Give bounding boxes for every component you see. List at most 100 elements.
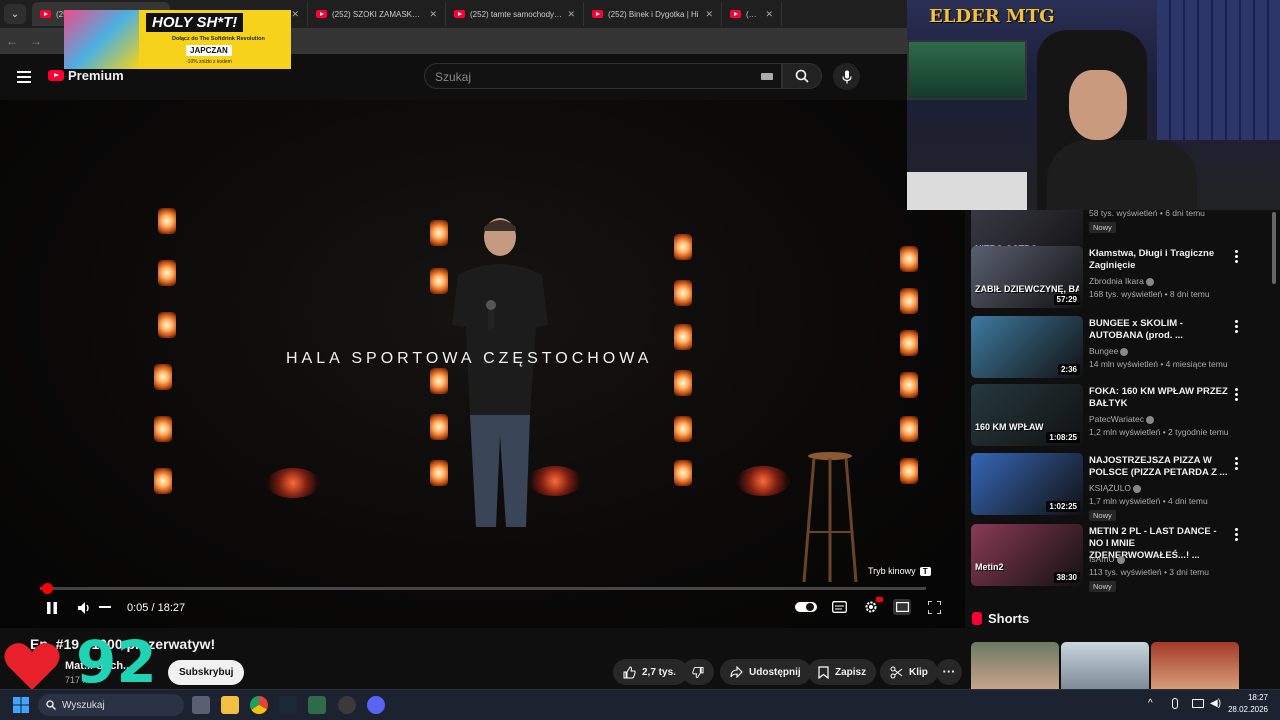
time-display: 0:05 / 18:27 bbox=[127, 602, 186, 614]
volume-button[interactable] bbox=[77, 600, 93, 616]
heart-counter: 92 bbox=[4, 632, 164, 692]
gear-icon bbox=[865, 601, 877, 613]
browser-tab[interactable]: (252) Binek i Dygotka | Hi ✕ bbox=[584, 2, 722, 26]
tab-title: (252) tamte samochody tu bbox=[470, 9, 563, 19]
search-input[interactable]: Szukaj bbox=[424, 63, 782, 89]
xbox-icon[interactable] bbox=[308, 696, 326, 714]
subtitles-button[interactable] bbox=[831, 600, 847, 614]
more-vertical-icon[interactable] bbox=[1235, 320, 1241, 335]
microphone-icon bbox=[841, 70, 852, 83]
recommended-video[interactable]: 160 KM WPŁAW 1:08:25 FOKA: 160 KM WPŁAW PR… bbox=[971, 384, 1261, 448]
tab-close-icon[interactable]: ✕ bbox=[429, 9, 437, 20]
tab-close-icon[interactable]: ✕ bbox=[705, 9, 713, 20]
more-vertical-icon[interactable] bbox=[1235, 457, 1241, 472]
windows-start-icon[interactable] bbox=[13, 697, 29, 713]
forward-icon[interactable]: → bbox=[30, 34, 42, 48]
keyboard-icon[interactable] bbox=[761, 73, 773, 80]
more-vertical-icon[interactable] bbox=[1235, 528, 1241, 543]
more-vertical-icon[interactable] bbox=[1235, 250, 1241, 265]
microphone-tray-icon[interactable] bbox=[1172, 698, 1178, 709]
fullscreen-button[interactable] bbox=[927, 600, 941, 614]
fullscreen-icon bbox=[927, 600, 941, 614]
video-thumbnail[interactable]: Metin2 38:30 bbox=[971, 524, 1083, 586]
task-view-icon[interactable] bbox=[192, 696, 210, 714]
channel-name[interactable]: Bungee bbox=[1089, 346, 1129, 356]
settings-button[interactable] bbox=[862, 597, 883, 615]
tab-close-icon[interactable]: ✕ bbox=[567, 9, 575, 20]
youtube-favicon-icon bbox=[40, 10, 51, 18]
menu-icon[interactable] bbox=[17, 71, 31, 86]
clock[interactable]: 18:27 28.02.2026 bbox=[1226, 692, 1268, 716]
volume-slider[interactable] bbox=[99, 606, 111, 608]
dislike-button[interactable] bbox=[682, 659, 714, 685]
streamer-webcam: ELDER MTG bbox=[907, 0, 1280, 210]
steam-icon[interactable] bbox=[279, 696, 297, 714]
shorts-header: Shorts bbox=[972, 611, 1029, 626]
subtitles-icon bbox=[831, 601, 847, 613]
taskbar-search[interactable]: Wyszukaj bbox=[38, 694, 184, 716]
share-button[interactable]: Udostępnij bbox=[720, 659, 811, 685]
progress-scrubber[interactable] bbox=[41, 583, 53, 594]
verified-icon bbox=[1145, 415, 1154, 424]
verified-icon bbox=[1116, 555, 1125, 564]
tab-close-icon[interactable]: ✕ bbox=[765, 9, 773, 20]
chrome-icon[interactable] bbox=[250, 696, 268, 714]
volume-tray-icon[interactable]: ◀) bbox=[1210, 698, 1221, 709]
file-explorer-icon[interactable] bbox=[221, 696, 239, 714]
recommended-video[interactable]: ZABIŁ DZIEWCZYNĘ, BAREK57:29 Kłamstwa, Dł… bbox=[971, 246, 1261, 310]
logo-text: Premium bbox=[68, 68, 124, 83]
save-button[interactable]: Zapisz bbox=[808, 659, 877, 685]
short-thumbnail[interactable] bbox=[971, 642, 1059, 690]
video-player[interactable]: HALA SPORTOWA CZĘSTOCHOWA bbox=[0, 100, 965, 628]
like-button[interactable]: 2,7 tys. bbox=[613, 659, 688, 685]
counter-value: 92 bbox=[76, 628, 157, 696]
more-vertical-icon[interactable] bbox=[1235, 388, 1241, 403]
video-thumbnail[interactable]: 160 KM WPŁAW 1:08:25 bbox=[971, 384, 1083, 446]
browser-tab[interactable]: (252) ZN ✕ bbox=[722, 2, 782, 26]
clock-time: 18:27 bbox=[1247, 693, 1268, 702]
sponsor-title: HOLY SH*T! bbox=[146, 13, 244, 32]
tray-chevron-icon[interactable]: ^ bbox=[1148, 698, 1153, 709]
short-thumbnail[interactable] bbox=[1151, 642, 1239, 690]
clip-label: Klip bbox=[909, 666, 928, 678]
browser-tab[interactable]: (252) SZOKI ZAMASKOWANE ✕ bbox=[308, 2, 446, 26]
tab-title: (252) ZN bbox=[746, 9, 760, 19]
browser-tab[interactable]: (252) tamte samochody tu ✕ bbox=[446, 2, 584, 26]
search-button[interactable] bbox=[782, 63, 822, 89]
obs-icon[interactable] bbox=[338, 696, 356, 714]
network-icon[interactable] bbox=[1192, 699, 1204, 708]
tab-search-icon[interactable]: ⌄ bbox=[4, 4, 26, 24]
voice-search-button[interactable] bbox=[833, 63, 860, 90]
back-icon[interactable]: ← bbox=[6, 34, 18, 48]
theater-mode-button[interactable] bbox=[893, 599, 911, 615]
youtube-favicon-icon bbox=[316, 10, 327, 18]
tab-title: (252) Binek i Dygotka | Hi bbox=[608, 9, 699, 19]
shorts-icon bbox=[972, 612, 982, 625]
tab-close-icon[interactable]: ✕ bbox=[291, 9, 299, 20]
more-actions-button[interactable]: ··· bbox=[936, 659, 962, 685]
youtube-logo[interactable]: Premium bbox=[48, 68, 124, 83]
channel-name[interactable]: PatecWariatec bbox=[1089, 414, 1154, 424]
video-meta: 113 tys. wyświetleń • 3 dni temu bbox=[1089, 567, 1209, 577]
like-count: 2,7 tys. bbox=[642, 666, 676, 678]
subscribe-button[interactable]: Subskrybuj bbox=[168, 660, 245, 685]
progress-bar[interactable] bbox=[40, 583, 926, 594]
video-thumbnail[interactable]: 1:02:25 bbox=[971, 453, 1083, 515]
discord-icon[interactable] bbox=[367, 696, 385, 714]
video-thumbnail[interactable]: ZABIŁ DZIEWCZYNĘ, BAREK57:29 bbox=[971, 246, 1083, 308]
sidebar-scrollbar[interactable] bbox=[1272, 212, 1276, 284]
channel-name[interactable]: Zbrodnia Ikara bbox=[1089, 276, 1154, 286]
channel-name[interactable]: KSIĄŻULO bbox=[1089, 483, 1142, 493]
video-thumbnail[interactable]: 2:36 bbox=[971, 316, 1083, 378]
autoplay-toggle[interactable] bbox=[795, 600, 817, 614]
channel-name[interactable]: IsAmU bbox=[1089, 554, 1125, 564]
recommended-video[interactable]: 2:36 BUNGEE x SKOLIM - AUTOBANA (prod. ..… bbox=[971, 316, 1261, 380]
video-duration: 1:08:25 bbox=[1046, 432, 1080, 443]
recommended-video[interactable]: Metin2 38:30 METIN 2 PL - LAST DANCE - NO … bbox=[971, 524, 1261, 592]
clip-button[interactable]: Klip bbox=[880, 659, 938, 685]
channel-name-text: Bungee bbox=[1089, 346, 1119, 356]
youtube-favicon-icon bbox=[730, 10, 741, 18]
recommended-video[interactable]: 1:02:25 NAJOSTRZEJSZA PIZZA W POLSCE (PIZ… bbox=[971, 453, 1261, 521]
short-thumbnail[interactable] bbox=[1061, 642, 1149, 690]
pause-button[interactable] bbox=[44, 600, 60, 616]
